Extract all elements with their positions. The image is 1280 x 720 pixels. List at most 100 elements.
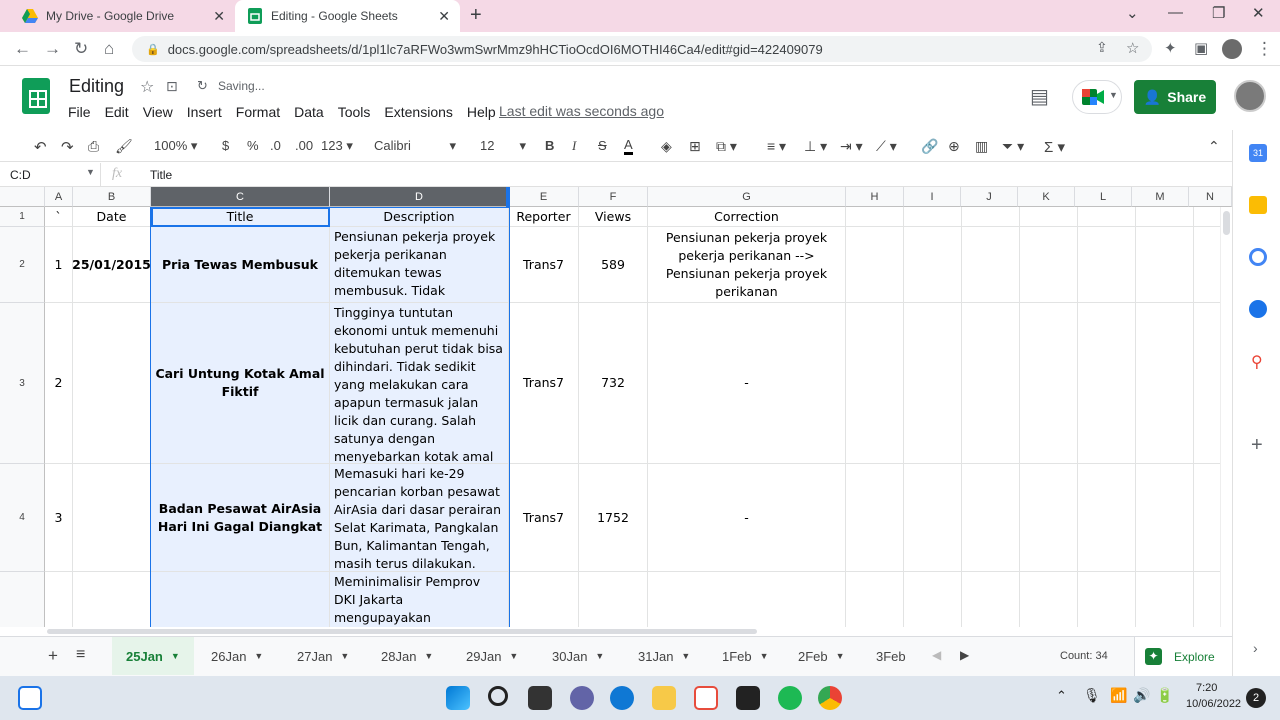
chrome-menu-icon[interactable]: ⋮ <box>1256 39 1273 59</box>
explore-button[interactable]: ✦ Explore <box>1134 637 1232 676</box>
selection-count[interactable]: Count: 34 <box>1060 650 1108 662</box>
column-header-l[interactable]: L <box>1075 187 1132 207</box>
column-header-f[interactable]: F <box>579 187 648 207</box>
table-cell[interactable]: Trans7 <box>509 227 579 303</box>
column-header-e[interactable]: E <box>509 187 579 207</box>
print-icon[interactable]: ⎙ <box>88 138 99 155</box>
sheet-tab-31jan[interactable]: 31Jan ▼ <box>638 637 690 675</box>
reload-icon[interactable]: ↻ <box>74 39 88 59</box>
column-resize-handle[interactable] <box>506 187 510 207</box>
share-page-icon[interactable]: ⇪ <box>1096 39 1108 56</box>
select-all-corner[interactable] <box>0 187 45 207</box>
sticky-notes-icon[interactable] <box>736 686 760 710</box>
horizontal-align-icon[interactable]: ≡ ▾ <box>767 138 786 155</box>
tasks-icon[interactable] <box>1249 248 1267 266</box>
comment-history-icon[interactable]: ▤ <box>1030 84 1049 109</box>
close-tab-icon[interactable]: ✕ <box>213 8 225 25</box>
vertical-scrollbar[interactable] <box>1220 207 1232 627</box>
show-side-panel-icon[interactable]: › <box>1253 640 1258 656</box>
table-cell[interactable]: Correction <box>648 207 846 227</box>
wifi-icon[interactable]: 📶 <box>1110 687 1127 704</box>
column-header-g[interactable]: G <box>648 187 846 207</box>
menu-extensions[interactable]: Extensions <box>384 104 452 120</box>
table-cell[interactable] <box>509 572 579 627</box>
side-panel-icon[interactable]: ▣ <box>1194 39 1208 57</box>
column-header-n[interactable]: N <box>1189 187 1232 207</box>
table-cell[interactable]: 1752 <box>579 464 648 572</box>
name-box[interactable]: C:D <box>10 168 31 182</box>
table-cell[interactable]: Trans7 <box>509 303 579 464</box>
empty-cells[interactable] <box>846 207 1232 627</box>
profile-avatar[interactable] <box>1222 39 1242 59</box>
battery-icon[interactable]: 🔋 <box>1156 687 1173 704</box>
minimize-icon[interactable]: — <box>1168 4 1183 21</box>
add-sheet-icon[interactable]: + <box>48 646 58 666</box>
row-header[interactable]: 4 <box>0 464 45 572</box>
table-cell[interactable]: 3 <box>45 464 73 572</box>
tab-search-icon[interactable]: ⌄ <box>1126 4 1139 22</box>
redo-icon[interactable]: ↷ <box>61 138 74 156</box>
sheet-tab-3feb[interactable]: 3Feb <box>876 637 906 675</box>
merge-cells-icon[interactable]: ⧉ ▾ <box>716 138 737 155</box>
collapse-menu-icon[interactable]: ⌃ <box>1208 138 1220 155</box>
scroll-thumb[interactable] <box>1223 211 1230 235</box>
scroll-tabs-right-icon[interactable]: ▶ <box>960 648 969 662</box>
column-header-i[interactable]: I <box>904 187 961 207</box>
table-cell[interactable]: 732 <box>579 303 648 464</box>
table-cell[interactable]: ` <box>45 207 73 227</box>
currency-button[interactable]: $ <box>222 138 229 153</box>
fill-color-icon[interactable]: ◈ <box>661 138 672 155</box>
strikethrough-button[interactable]: S <box>598 138 607 153</box>
snipping-tool-icon[interactable] <box>694 686 718 710</box>
keep-icon[interactable] <box>1249 196 1267 214</box>
spotify-icon[interactable] <box>778 686 802 710</box>
share-button[interactable]: 👤 Share <box>1134 80 1216 114</box>
move-folder-icon[interactable]: ⊡ <box>166 78 178 95</box>
sheet-tab-28jan[interactable]: 28Jan ▼ <box>381 637 433 675</box>
menu-help[interactable]: Help <box>467 104 496 120</box>
filter-icon[interactable]: ⏷ ▾ <box>1002 138 1024 155</box>
table-cell[interactable] <box>45 572 73 627</box>
notification-badge[interactable]: 2 <box>1246 688 1266 708</box>
forward-icon[interactable]: → <box>44 39 61 59</box>
horizontal-scroll-track[interactable] <box>0 627 1232 636</box>
table-cell[interactable] <box>73 303 151 464</box>
borders-icon[interactable]: ⊞ <box>689 138 701 155</box>
table-cell[interactable]: 25/01/2015 <box>73 227 151 303</box>
column-header-d[interactable]: D <box>330 187 509 207</box>
account-avatar[interactable] <box>1234 80 1266 112</box>
table-cell[interactable]: - <box>648 303 846 464</box>
table-cell[interactable]: Views <box>579 207 648 227</box>
table-cell[interactable]: Pensiunan pekerja proyek pekerja perikan… <box>648 227 846 303</box>
search-icon[interactable] <box>488 686 508 706</box>
insert-link-icon[interactable]: 🔗 <box>921 138 938 155</box>
functions-icon[interactable]: Σ ▾ <box>1044 138 1065 156</box>
menu-view[interactable]: View <box>143 104 173 120</box>
column-header-h[interactable]: H <box>846 187 904 207</box>
insert-comment-icon[interactable]: ⊕ <box>948 138 960 155</box>
table-cell[interactable] <box>579 572 648 627</box>
tab-google-sheets[interactable]: Editing - Google Sheets ✕ <box>235 0 460 32</box>
row-header[interactable]: 2 <box>0 227 45 303</box>
column-header-c[interactable]: C <box>151 187 330 207</box>
sheet-tab-25jan[interactable]: 25Jan ▼ <box>112 637 194 675</box>
number-format-select[interactable]: 123 ▾ <box>321 138 353 154</box>
task-switcher-icon[interactable] <box>528 686 552 710</box>
menu-tools[interactable]: Tools <box>338 104 371 120</box>
text-wrap-icon[interactable]: ⇥ ▾ <box>840 138 863 155</box>
sheet-tab-26jan[interactable]: 26Jan ▼ <box>211 637 263 675</box>
text-color-button[interactable]: A <box>624 138 633 155</box>
table-cell[interactable]: Trans7 <box>509 464 579 572</box>
back-icon[interactable]: ← <box>14 39 31 59</box>
table-cell[interactable]: 1 <box>45 227 73 303</box>
column-header-k[interactable]: K <box>1018 187 1075 207</box>
edge-icon[interactable] <box>610 686 634 710</box>
last-edit-link[interactable]: Last edit was seconds ago <box>499 103 664 119</box>
paint-format-icon[interactable]: 🖌 <box>115 138 133 155</box>
chevron-down-icon[interactable]: ▼ <box>86 167 95 177</box>
star-icon[interactable]: ☆ <box>140 77 154 97</box>
undo-icon[interactable]: ↶ <box>34 138 47 156</box>
tray-overflow-icon[interactable]: ⌃ <box>1056 688 1067 704</box>
percent-button[interactable]: % <box>247 138 259 153</box>
sheet-tab-30jan[interactable]: 30Jan ▼ <box>552 637 604 675</box>
